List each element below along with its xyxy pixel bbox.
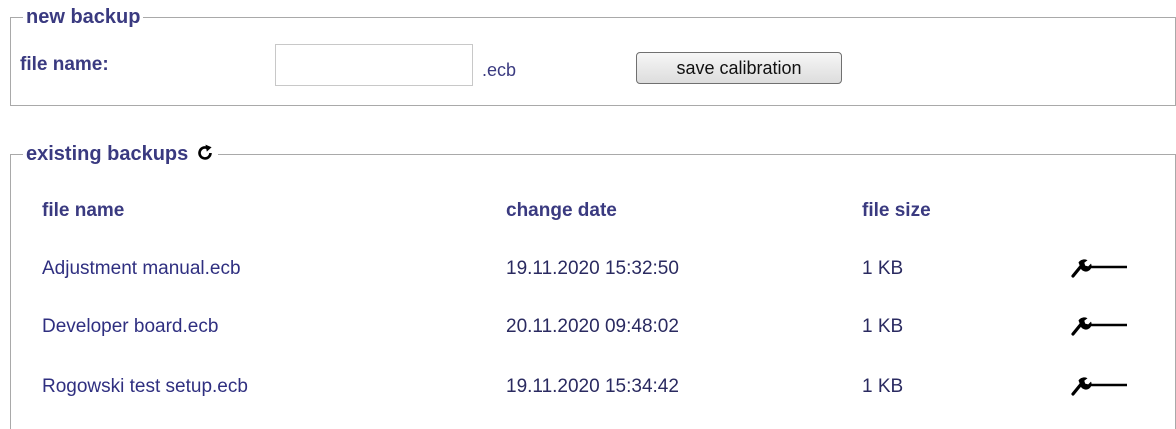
- wrench-icon[interactable]: [1068, 312, 1132, 342]
- column-header-file-size: file size: [862, 200, 931, 221]
- new-backup-legend: new backup: [23, 6, 143, 29]
- backup-file-size: 1 KB: [862, 316, 904, 337]
- refresh-icon[interactable]: [195, 143, 215, 163]
- wrench-icon[interactable]: [1068, 254, 1132, 284]
- backup-file-size: 1 KB: [862, 258, 904, 279]
- column-header-change-date: change date: [506, 200, 617, 221]
- backup-change-date: 19.11.2020 15:34:42: [506, 376, 679, 397]
- new-backup-section: new backup: [10, 6, 1176, 106]
- table-row: Rogowski test setup.ecb 19.11.2020 15:34…: [34, 376, 1134, 406]
- backup-file-name[interactable]: Rogowski test setup.ecb: [42, 376, 248, 398]
- existing-backups-legend-text: existing backups: [26, 143, 189, 165]
- existing-backups-legend: existing backups: [23, 143, 218, 166]
- table-row: Adjustment manual.ecb 19.11.2020 15:32:5…: [34, 258, 1134, 288]
- table-row: Developer board.ecb 20.11.2020 09:48:02 …: [34, 316, 1134, 346]
- backups-table-header: file name change date file size: [34, 200, 1134, 230]
- backup-change-date: 20.11.2020 09:48:02: [506, 316, 679, 337]
- backup-file-name[interactable]: Adjustment manual.ecb: [42, 258, 241, 280]
- backup-file-size: 1 KB: [862, 376, 904, 397]
- file-extension-label: .ecb: [482, 60, 517, 80]
- file-name-input[interactable]: [275, 44, 473, 86]
- new-backup-legend-text: new backup: [26, 6, 141, 28]
- calibration-backup-page: new backup file name: .ecb save calibrat…: [0, 0, 1176, 429]
- backup-file-name[interactable]: Developer board.ecb: [42, 316, 218, 338]
- wrench-icon[interactable]: [1068, 372, 1132, 402]
- backup-change-date: 19.11.2020 15:32:50: [506, 258, 679, 279]
- column-header-file-name: file name: [42, 200, 125, 221]
- save-calibration-button[interactable]: save calibration: [636, 52, 842, 84]
- file-name-label: file name:: [20, 54, 109, 75]
